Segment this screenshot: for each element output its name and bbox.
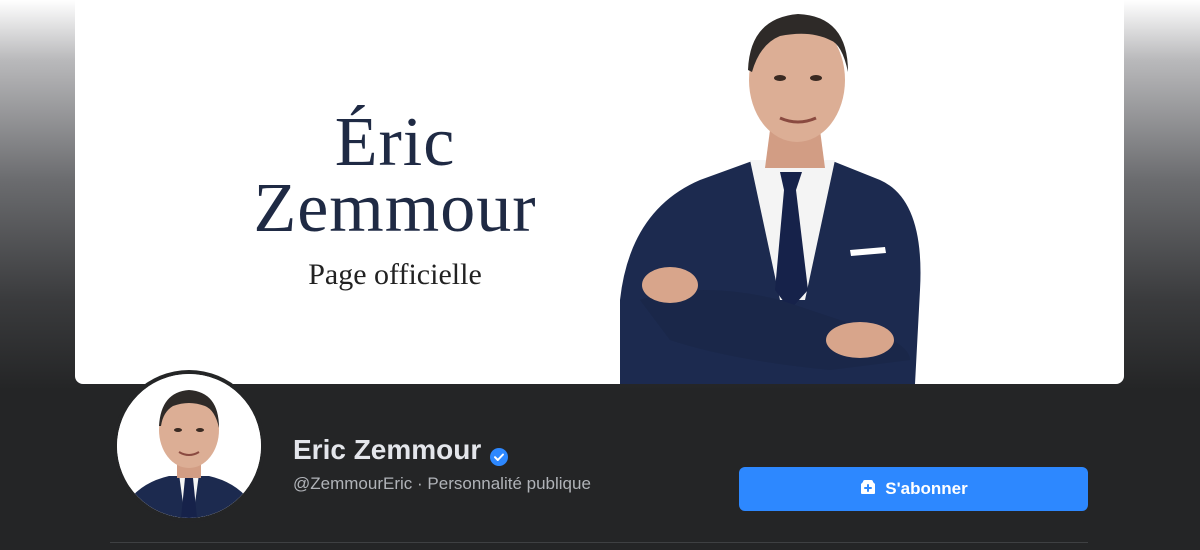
avatar-portrait-image xyxy=(117,374,261,518)
subscribe-label: S'abonner xyxy=(885,479,968,498)
cover-photo[interactable]: Éric Zemmour Page officielle xyxy=(75,0,1124,384)
profile-subtitle: @ZemmourEric · Personnalité publique xyxy=(293,474,591,494)
verified-badge-icon xyxy=(490,441,509,466)
profile-name-text: Eric Zemmour xyxy=(293,434,482,465)
subscribe-plus-icon xyxy=(859,478,877,501)
profile-name: Eric Zemmour xyxy=(293,434,509,466)
subscribe-button[interactable]: S'abonner xyxy=(739,467,1088,511)
profile-category: Personnalité publique xyxy=(427,474,591,493)
header-divider xyxy=(110,542,1088,543)
cover-portrait-image xyxy=(620,14,921,384)
subtitle-separator: · xyxy=(417,474,423,493)
profile-avatar[interactable] xyxy=(113,370,265,522)
profile-handle: @ZemmourEric xyxy=(293,474,413,493)
